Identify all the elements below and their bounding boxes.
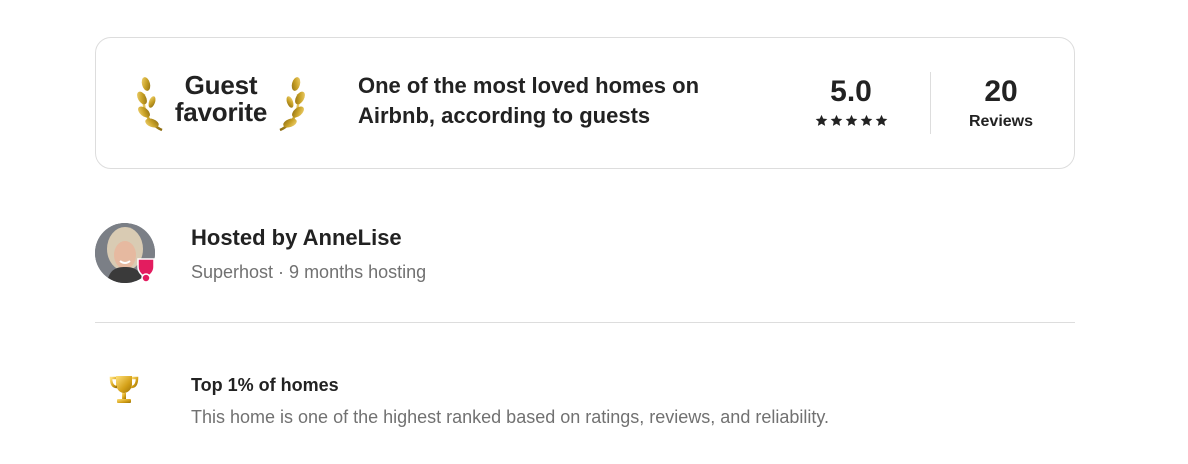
highlight-title: Top 1% of homes (191, 375, 339, 395)
highlight-description: This home is one of the highest ranked b… (191, 407, 830, 427)
section-divider (95, 322, 1075, 323)
listing-highlights: Guest favorite One of the most loved hom… (0, 0, 1188, 464)
guest-favorite-description: One of the most loved homes on Airbnb, a… (358, 73, 700, 128)
star-icon (860, 114, 872, 126)
laurel-right-icon (279, 77, 305, 132)
host-title: Hosted by AnneLise (191, 225, 402, 250)
star-rating (796, 114, 906, 127)
rating-value: 5.0 (830, 75, 872, 108)
guest-favorite-badge: Guest favorite (136, 72, 306, 136)
rating-summary: 5.0 (796, 74, 906, 127)
trophy-icon (109, 376, 139, 403)
star-icon (815, 114, 827, 126)
star-icon (845, 114, 857, 126)
guest-favorite-card[interactable]: Guest favorite One of the most loved hom… (95, 37, 1075, 169)
highlight-item: Top 1% of homes This home is one of the … (95, 370, 1075, 440)
guest-favorite-title: Guest favorite (174, 70, 268, 127)
host-summary: Hosted by AnneLise Superhost · 9 months … (95, 223, 1075, 285)
host-meta: Superhost · 9 months hosting (191, 262, 427, 282)
card-divider (930, 72, 931, 134)
star-icon (830, 114, 842, 126)
star-icon (875, 114, 887, 126)
reviews-label: Reviews (968, 113, 1034, 130)
reviews-count: 20 (984, 75, 1018, 108)
reviews-summary[interactable]: 20 Reviews (951, 74, 1051, 132)
superhost-badge-icon (137, 258, 155, 283)
